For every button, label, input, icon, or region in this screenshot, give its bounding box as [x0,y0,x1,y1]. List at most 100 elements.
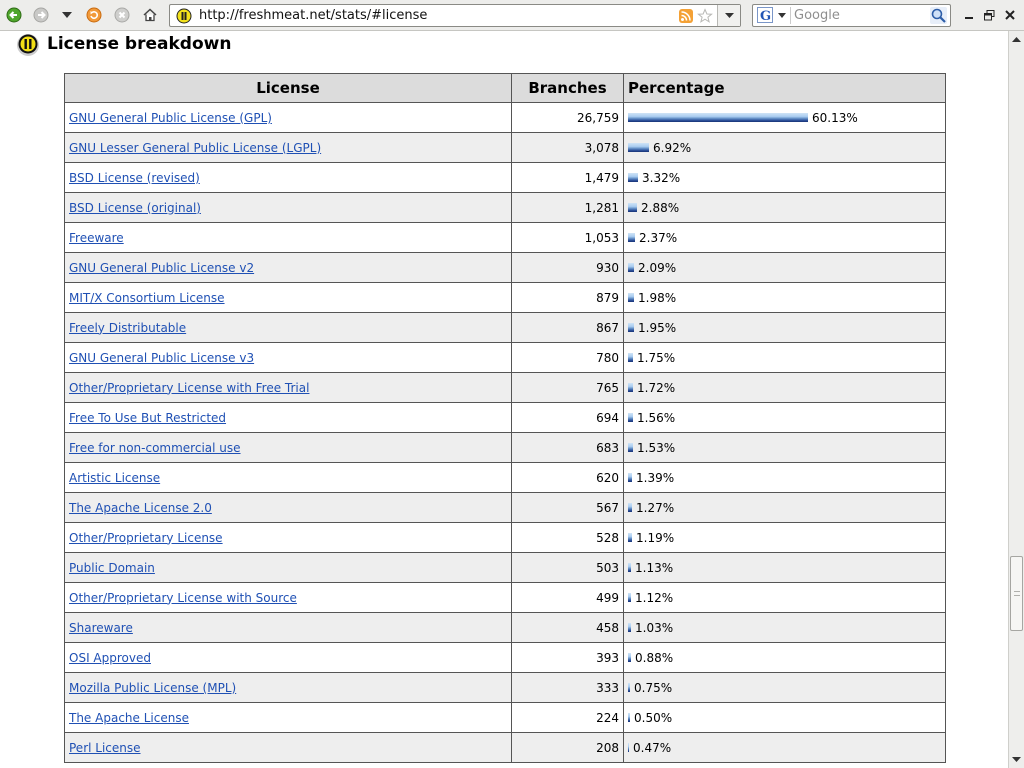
table-row: Mozilla Public License (MPL) 333 0.75% [64,672,946,703]
license-link[interactable]: Freely Distributable [69,321,186,335]
license-cell: BSD License (revised) [64,162,512,193]
percentage-cell: 2.09% [623,252,946,283]
percentage-label: 1.95% [638,320,677,335]
table-row: Free To Use But Restricted 694 1.56% [64,402,946,433]
license-link[interactable]: BSD License (revised) [69,171,200,185]
scrollbar-thumb[interactable] [1010,556,1023,631]
url-dropdown-button[interactable] [717,5,740,26]
license-stats-table: License Branches Percentage GNU General … [64,73,946,763]
license-link[interactable]: Free To Use But Restricted [69,411,226,425]
history-dropdown-icon [62,12,72,18]
branches-count: 620 [511,462,624,493]
back-arrow-icon [6,7,22,23]
license-link[interactable]: GNU General Public License (GPL) [69,111,272,125]
license-link[interactable]: Other/Proprietary License with Source [69,591,297,605]
header-percentage[interactable]: Percentage [623,73,946,103]
vertical-scrollbar[interactable] [1008,31,1024,768]
license-link[interactable]: BSD License (original) [69,201,201,215]
license-link[interactable]: The Apache License [69,711,189,725]
reload-button[interactable] [83,4,105,26]
branches-count: 879 [511,282,624,313]
license-link[interactable]: GNU General Public License v3 [69,351,254,365]
branches-count: 458 [511,612,624,643]
google-icon: G [757,7,773,23]
license-cell: Freeware [64,222,512,253]
url-text: http://freshmeat.net/stats/#license [199,8,428,23]
branches-count: 765 [511,372,624,403]
license-cell: Free To Use But Restricted [64,402,512,433]
license-link[interactable]: Freeware [69,231,124,245]
percentage-bar [628,533,632,542]
license-link[interactable]: Other/Proprietary License [69,531,223,545]
forward-arrow-icon [33,7,49,23]
minimize-button[interactable] [960,4,978,26]
license-link[interactable]: Mozilla Public License (MPL) [69,681,236,695]
table-row: GNU General Public License v2 930 2.09% [64,252,946,283]
percentage-label: 1.53% [637,440,676,455]
license-link[interactable]: GNU General Public License v2 [69,261,254,275]
close-window-button[interactable] [1000,4,1020,26]
license-link[interactable]: MIT/X Consortium License [69,291,225,305]
license-link[interactable]: GNU Lesser General Public License (LGPL) [69,141,321,155]
percentage-cell: 1.39% [623,462,946,493]
percentage-cell: 1.03% [623,612,946,643]
chevron-down-icon [724,13,734,18]
restore-button[interactable] [980,4,998,26]
branches-count: 393 [511,642,624,673]
license-link[interactable]: Free for non-commercial use [69,441,241,455]
percentage-cell: 0.50% [623,702,946,733]
address-bar[interactable]: http://freshmeat.net/stats/#license [169,4,741,27]
percentage-label: 0.75% [634,680,673,695]
branches-count: 3,078 [511,132,624,163]
bookmark-star-icon[interactable] [697,8,713,24]
license-link[interactable]: OSI Approved [69,651,151,665]
restore-window-icon [983,9,994,20]
license-cell: GNU Lesser General Public License (LGPL) [64,132,512,163]
home-button[interactable] [139,4,161,26]
percentage-label: 1.75% [637,350,676,365]
scroll-down-button[interactable] [1009,752,1024,767]
search-engine-selector[interactable]: G [756,7,791,24]
license-cell: The Apache License [64,702,512,733]
percentage-label: 2.88% [641,200,680,215]
percentage-label: 1.19% [636,530,675,545]
percentage-cell: 1.56% [623,402,946,433]
license-cell: Other/Proprietary License with Source [64,582,512,613]
percentage-label: 2.37% [639,230,678,245]
stop-icon [114,7,130,23]
scroll-up-button[interactable] [1009,32,1024,47]
close-icon [1005,10,1015,20]
search-bar[interactable]: G Google [752,4,951,27]
percentage-bar [628,113,808,122]
branches-count: 867 [511,312,624,343]
percentage-bar [628,203,637,212]
rss-feed-icon[interactable] [679,9,693,23]
forward-button[interactable] [30,4,52,26]
license-link[interactable]: Perl License [69,741,141,755]
table-row: Other/Proprietary License with Source 499… [64,582,946,613]
header-branches[interactable]: Branches [511,73,624,103]
license-link[interactable]: Shareware [69,621,133,635]
reload-icon [86,7,102,23]
chevron-down-icon [778,13,786,18]
back-button[interactable] [3,4,25,26]
search-input[interactable]: Google [794,8,840,23]
license-cell: The Apache License 2.0 [64,492,512,523]
stop-button[interactable] [111,4,133,26]
branches-count: 333 [511,672,624,703]
license-link[interactable]: Other/Proprietary License with Free Tria… [69,381,309,395]
percentage-cell: 0.88% [623,642,946,673]
percentage-cell: 2.37% [623,222,946,253]
search-magnifier-icon[interactable] [930,7,947,24]
percentage-cell: 1.19% [623,522,946,553]
table-row: Other/Proprietary License with Free Tria… [64,372,946,403]
percentage-cell: 1.98% [623,282,946,313]
license-link[interactable]: Artistic License [69,471,160,485]
license-link[interactable]: Public Domain [69,561,155,575]
license-cell: Perl License [64,732,512,763]
history-dropdown-button[interactable] [57,4,77,26]
license-link[interactable]: The Apache License 2.0 [69,501,212,515]
table-row: The Apache License 224 0.50% [64,702,946,733]
header-license[interactable]: License [64,73,512,103]
percentage-label: 0.88% [635,650,674,665]
